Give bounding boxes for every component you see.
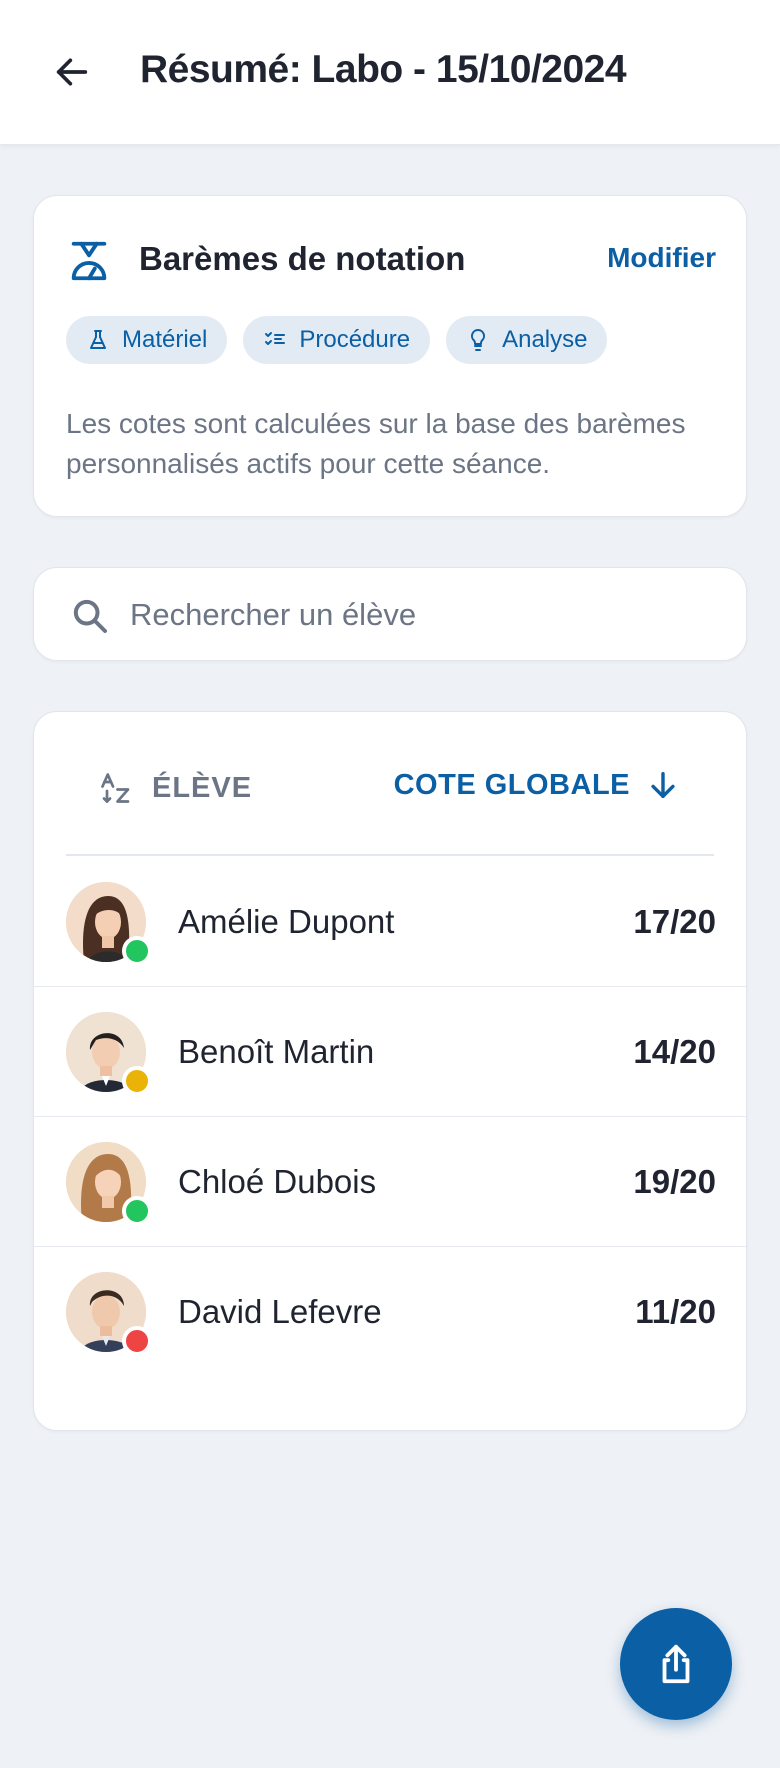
- student-row[interactable]: David Lefevre 11/20: [34, 1247, 746, 1377]
- status-indicator: [122, 936, 152, 966]
- flask-icon: [90, 330, 106, 349]
- search-input[interactable]: [130, 588, 720, 642]
- arrow-down-icon: [651, 771, 675, 799]
- student-grade: 19/20: [633, 1163, 716, 1200]
- back-button[interactable]: [44, 44, 100, 100]
- grading-description: Les cotes sont calculées sur la base des…: [66, 408, 686, 479]
- chip-procedure[interactable]: Procédure: [243, 316, 431, 364]
- student-list: Amélie Dupont 17/20 Benoît Martin 14/20: [34, 857, 746, 1377]
- student-row[interactable]: Amélie Dupont 17/20: [34, 857, 746, 987]
- student-name: Chloé Dubois: [178, 1163, 377, 1200]
- status-indicator: [122, 1196, 152, 1226]
- top-app-bar: Résumé: Labo - 15/10/2024: [0, 0, 780, 145]
- student-row[interactable]: Chloé Dubois 19/20: [34, 1117, 746, 1247]
- student-grade: 14/20: [633, 1033, 716, 1070]
- student-row[interactable]: Benoît Martin 14/20: [34, 987, 746, 1117]
- chip-analyse[interactable]: Analyse: [446, 316, 608, 364]
- student-name: Amélie Dupont: [178, 903, 395, 940]
- chip-label: Analyse: [502, 326, 588, 353]
- student-grade: 17/20: [633, 903, 716, 940]
- lightbulb-icon: [471, 328, 486, 351]
- search-icon: [73, 599, 107, 633]
- chip-materiel[interactable]: Matériel: [66, 316, 228, 364]
- list-header: ÉLÈVE COTE GLOBALE: [66, 712, 714, 856]
- checklist-icon: [265, 332, 286, 345]
- page-title: Résumé: Labo - 15/10/2024: [140, 48, 627, 91]
- scale-icon: [71, 241, 107, 281]
- share-icon: [662, 1644, 690, 1684]
- students-list-card: ÉLÈVE COTE GLOBALE Amélie Dupont 17/20 B…: [33, 711, 747, 1431]
- search-bar: [33, 567, 747, 661]
- student-grade: 11/20: [635, 1293, 716, 1330]
- student-name: David Lefevre: [178, 1293, 382, 1330]
- share-button[interactable]: [620, 1608, 732, 1720]
- criteria-chips: Matériel Procédure Analyse: [66, 316, 608, 364]
- sort-by-grade-button[interactable]: COTE GLOBALE: [394, 768, 680, 802]
- column-header-student: ÉLÈVE: [152, 771, 253, 804]
- chip-label: Matériel: [122, 326, 208, 353]
- modify-button[interactable]: Modifier: [607, 242, 716, 274]
- column-header-grade: COTE GLOBALE: [393, 768, 630, 801]
- chip-label: Procédure: [299, 326, 411, 353]
- status-indicator: [122, 1066, 152, 1096]
- student-name: Benoît Martin: [178, 1033, 375, 1070]
- sort-by-student-button[interactable]: ÉLÈVE: [98, 770, 252, 806]
- status-indicator: [122, 1326, 152, 1356]
- grading-title: Barèmes de notation: [139, 240, 466, 277]
- sort-az-icon: [101, 773, 130, 803]
- grading-scales-card: Barèmes de notation Modifier Matériel Pr…: [33, 195, 747, 517]
- arrow-left-icon: [56, 58, 88, 86]
